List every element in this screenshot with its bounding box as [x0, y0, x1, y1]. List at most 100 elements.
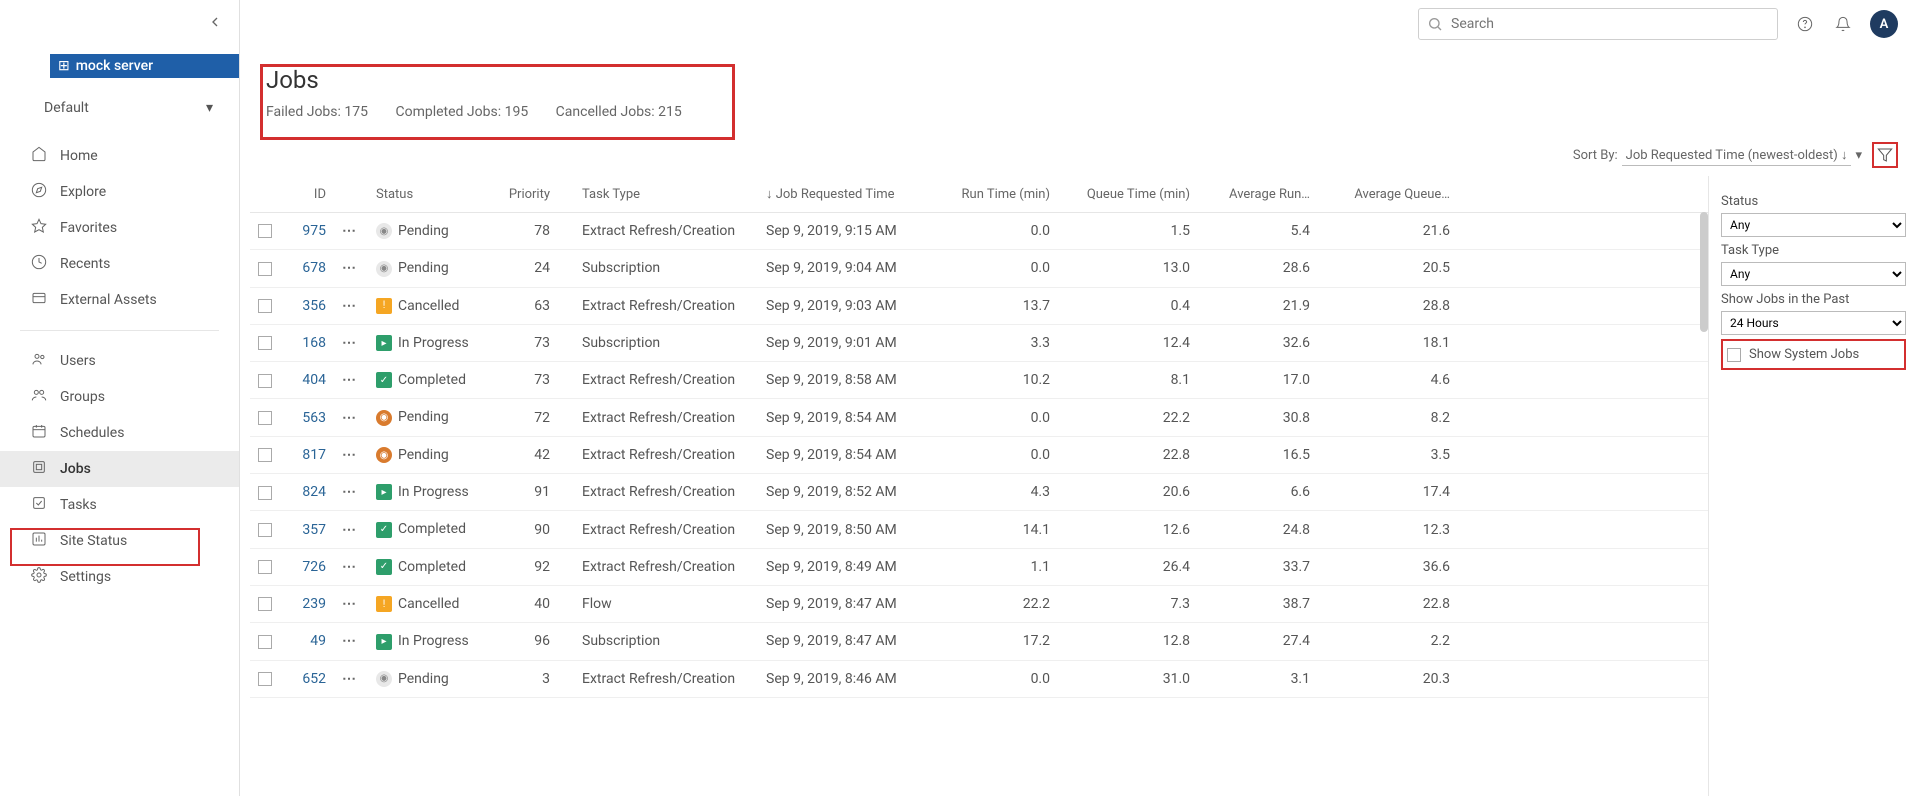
sidebar-item-home[interactable]: Home	[0, 138, 239, 174]
status-badge-icon: ✓	[376, 559, 392, 575]
row-actions-button[interactable]: ⋯	[342, 372, 357, 388]
row-checkbox[interactable]	[258, 635, 272, 649]
sidebar-item-favorites[interactable]: Favorites	[0, 210, 239, 246]
row-actions-button[interactable]: ⋯	[342, 633, 357, 649]
col-run[interactable]: Run Time (min)	[938, 176, 1058, 213]
row-checkbox[interactable]	[258, 224, 272, 238]
sidebar-item-schedules[interactable]: Schedules	[0, 415, 239, 451]
sidebar-item-external-assets[interactable]: External Assets	[0, 282, 239, 318]
help-button[interactable]	[1794, 13, 1816, 35]
job-id-link[interactable]: 49	[310, 633, 326, 649]
job-id-link[interactable]: 239	[302, 596, 326, 612]
requested-cell: Sep 9, 2019, 8:47 AM	[758, 623, 938, 660]
job-id-link[interactable]: 563	[302, 410, 326, 426]
sidebar-collapse-button[interactable]	[0, 8, 239, 34]
avgrun-cell: 21.9	[1198, 287, 1318, 324]
row-actions-button[interactable]: ⋯	[342, 671, 357, 687]
sidebar-item-users[interactable]: Users	[0, 343, 239, 379]
sidebar-item-label: Users	[60, 353, 96, 369]
job-id-link[interactable]: 356	[302, 298, 326, 314]
job-id-link[interactable]: 975	[302, 223, 326, 239]
col-task[interactable]: Task Type	[558, 176, 758, 213]
sidebar-item-jobs[interactable]: Jobs	[0, 451, 239, 487]
site-selector[interactable]: Default ▾	[40, 94, 217, 122]
row-checkbox[interactable]	[258, 299, 272, 313]
filter-button[interactable]	[1872, 142, 1898, 168]
status-badge-icon: ✓	[376, 522, 392, 538]
task-cell: Extract Refresh/Creation	[558, 399, 758, 436]
priority-cell: 40	[488, 585, 558, 622]
row-checkbox[interactable]	[258, 523, 272, 537]
row-actions-button[interactable]: ⋯	[342, 410, 357, 426]
col-status[interactable]: Status	[368, 176, 488, 213]
col-avgrun[interactable]: Average Run…	[1198, 176, 1318, 213]
job-id-link[interactable]: 824	[302, 484, 326, 500]
col-priority[interactable]: Priority	[488, 176, 558, 213]
row-checkbox[interactable]	[258, 560, 272, 574]
bell-icon	[1835, 16, 1851, 32]
status-text: Completed	[398, 372, 466, 388]
filter-system-jobs[interactable]: Show System Jobs	[1721, 339, 1906, 370]
sidebar-item-explore[interactable]: Explore	[0, 174, 239, 210]
sidebar-item-recents[interactable]: Recents	[0, 246, 239, 282]
row-checkbox[interactable]	[258, 336, 272, 350]
filter-past-select[interactable]: 24 Hours	[1721, 311, 1906, 335]
checkbox[interactable]	[1727, 348, 1741, 362]
sidebar: ⊞ mock server Default ▾ HomeExploreFavor…	[0, 0, 240, 796]
row-checkbox[interactable]	[258, 672, 272, 686]
notifications-button[interactable]	[1832, 13, 1854, 35]
queue-cell: 22.2	[1058, 399, 1198, 436]
filter-status-select[interactable]: Any	[1721, 213, 1906, 237]
row-checkbox[interactable]	[258, 448, 272, 462]
jobs-table: ID Status Priority Task Type ↓ Job Reque…	[250, 176, 1708, 698]
sidebar-item-settings[interactable]: Settings	[0, 559, 239, 595]
job-id-link[interactable]: 357	[302, 522, 326, 538]
filter-task-select[interactable]: Any	[1721, 262, 1906, 286]
col-avgqueue[interactable]: Average Queue…	[1318, 176, 1458, 213]
job-id-link[interactable]: 168	[302, 335, 326, 351]
sort-caret-icon[interactable]: ▾	[1855, 148, 1862, 163]
search-input[interactable]	[1451, 16, 1769, 32]
row-actions-button[interactable]: ⋯	[342, 223, 357, 239]
col-queue[interactable]: Queue Time (min)	[1058, 176, 1198, 213]
row-checkbox[interactable]	[258, 374, 272, 388]
row-actions-button[interactable]: ⋯	[342, 522, 357, 538]
box-icon	[30, 290, 48, 310]
requested-cell: Sep 9, 2019, 8:46 AM	[758, 660, 938, 697]
job-id-link[interactable]: 404	[302, 372, 326, 388]
job-id-link[interactable]: 726	[302, 559, 326, 575]
sidebar-item-tasks[interactable]: Tasks	[0, 487, 239, 523]
search-box[interactable]	[1418, 8, 1778, 40]
avgqueue-cell: 18.1	[1318, 324, 1458, 361]
col-requested[interactable]: ↓ Job Requested Time	[758, 176, 938, 213]
row-actions-button[interactable]: ⋯	[342, 447, 357, 463]
job-id-link[interactable]: 817	[302, 447, 326, 463]
row-actions-button[interactable]: ⋯	[342, 260, 357, 276]
row-actions-button[interactable]: ⋯	[342, 596, 357, 612]
avgqueue-cell: 12.3	[1318, 511, 1458, 548]
gear-icon	[30, 567, 48, 587]
col-id[interactable]: ID	[284, 176, 334, 213]
row-checkbox[interactable]	[258, 597, 272, 611]
row-actions-button[interactable]: ⋯	[342, 559, 357, 575]
sidebar-item-groups[interactable]: Groups	[0, 379, 239, 415]
row-actions-button[interactable]: ⋯	[342, 298, 357, 314]
sidebar-item-label: Recents	[60, 256, 110, 272]
row-actions-button[interactable]: ⋯	[342, 484, 357, 500]
row-checkbox[interactable]	[258, 262, 272, 276]
row-checkbox[interactable]	[258, 486, 272, 500]
sort-value[interactable]: Job Requested Time (newest-oldest) ↓	[1622, 145, 1852, 166]
sidebar-item-site-status[interactable]: Site Status	[0, 523, 239, 559]
row-checkbox[interactable]	[258, 411, 272, 425]
requested-cell: Sep 9, 2019, 9:04 AM	[758, 250, 938, 287]
user-avatar[interactable]: A	[1870, 10, 1898, 38]
compass-icon	[30, 182, 48, 202]
chart-icon	[30, 531, 48, 551]
filter-status-label: Status	[1721, 194, 1906, 209]
job-id-link[interactable]: 652	[302, 671, 326, 687]
sidebar-item-label: Schedules	[60, 425, 124, 441]
row-actions-button[interactable]: ⋯	[342, 335, 357, 351]
job-id-link[interactable]: 678	[302, 260, 326, 276]
scrollbar[interactable]	[1700, 212, 1708, 332]
queue-cell: 1.5	[1058, 213, 1198, 250]
